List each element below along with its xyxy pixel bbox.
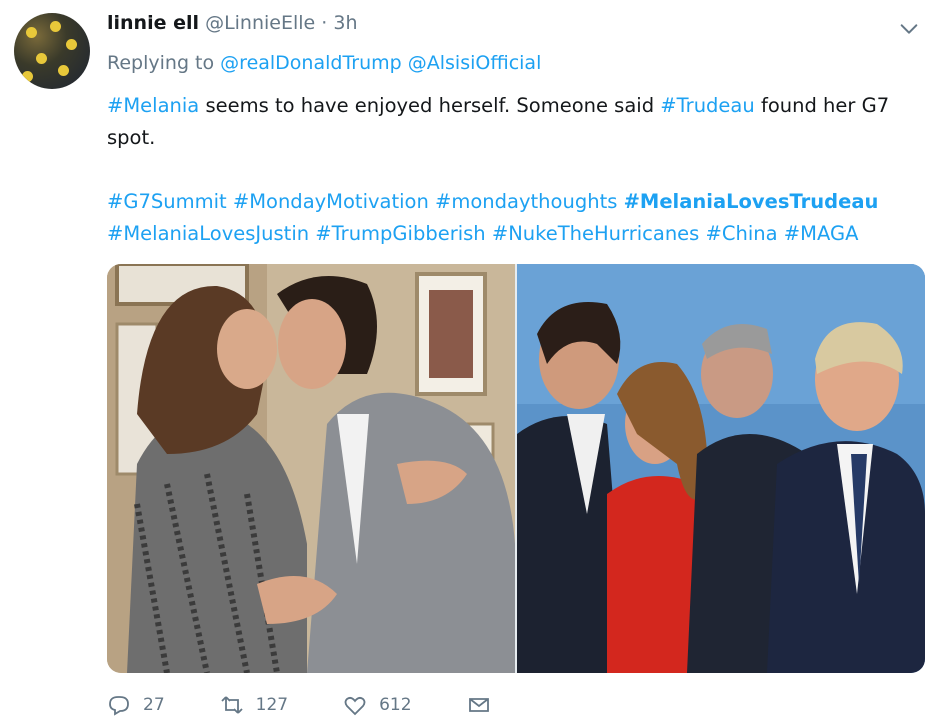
hashtag-link[interactable]: #TrumpGibberish <box>315 222 485 245</box>
tweet-header: linnie ell @LinnieElle · 3h <box>107 12 358 34</box>
reply-button[interactable]: 27 <box>107 690 165 720</box>
like-count: 612 <box>379 695 412 715</box>
reply-count: 27 <box>143 695 165 715</box>
hashtag-link[interactable]: #MondayMotivation <box>233 190 429 213</box>
avatar-decoration <box>66 39 77 50</box>
hashtag-link[interactable]: #G7Summit <box>107 190 227 213</box>
avatar-decoration <box>58 65 69 76</box>
avatar[interactable] <box>14 13 90 89</box>
user-handle[interactable]: @LinnieElle <box>205 12 315 34</box>
display-name[interactable]: linnie ell <box>107 12 199 34</box>
like-button[interactable]: 612 <box>343 690 412 720</box>
retweet-icon <box>221 696 243 714</box>
mention-link[interactable]: @AlsisiOfficial <box>408 52 542 74</box>
mention-link[interactable]: @realDonaldTrump <box>220 52 402 74</box>
avatar-decoration <box>26 27 37 38</box>
hashtag-line: #G7Summit #MondayMotivation #mondaythoug… <box>107 186 907 218</box>
photo-left[interactable] <box>107 264 515 673</box>
media-grid <box>107 264 925 673</box>
hashtag-block: #G7Summit #MondayMotivation #mondaythoug… <box>107 186 907 250</box>
retweet-button[interactable]: 127 <box>220 690 288 720</box>
hashtag-link[interactable]: #NukeTheHurricanes <box>492 222 699 245</box>
hashtag-link[interactable]: #mondaythoughts <box>435 190 617 213</box>
dm-button[interactable] <box>467 690 491 720</box>
retweet-count: 127 <box>255 695 289 715</box>
message-icon <box>468 698 489 712</box>
tweet-text-part: seems to have enjoyed herself. Someone s… <box>199 94 661 117</box>
hashtag-line: #MelaniaLovesJustin #TrumpGibberish #Nuk… <box>107 218 907 250</box>
heart-icon <box>344 696 366 716</box>
avatar-decoration <box>50 21 61 32</box>
replying-to: Replying to @realDonaldTrump @AlsisiOffi… <box>107 52 541 74</box>
separator: · <box>321 12 328 34</box>
hashtag-link[interactable]: #MelaniaLovesTrudeau <box>624 190 879 213</box>
hashtag-link[interactable]: #China <box>706 222 778 245</box>
photo-right[interactable] <box>517 264 925 673</box>
reply-icon <box>109 696 129 716</box>
tweet-actions: 27 127 612 <box>107 690 627 720</box>
hashtag-link[interactable]: #Melania <box>107 94 199 117</box>
chevron-down-icon[interactable] <box>898 18 920 40</box>
hashtag-link[interactable]: #MelaniaLovesJustin <box>107 222 309 245</box>
avatar-decoration <box>22 71 33 82</box>
replying-label: Replying to <box>107 52 215 74</box>
timestamp[interactable]: 3h <box>333 12 357 34</box>
tweet-text: #Melania seems to have enjoyed herself. … <box>107 90 907 154</box>
photo-left-image <box>107 264 515 673</box>
photo-right-image <box>517 264 925 673</box>
hashtag-link[interactable]: #MAGA <box>784 222 859 245</box>
hashtag-link[interactable]: #Trudeau <box>660 94 754 117</box>
avatar-decoration <box>36 53 47 64</box>
